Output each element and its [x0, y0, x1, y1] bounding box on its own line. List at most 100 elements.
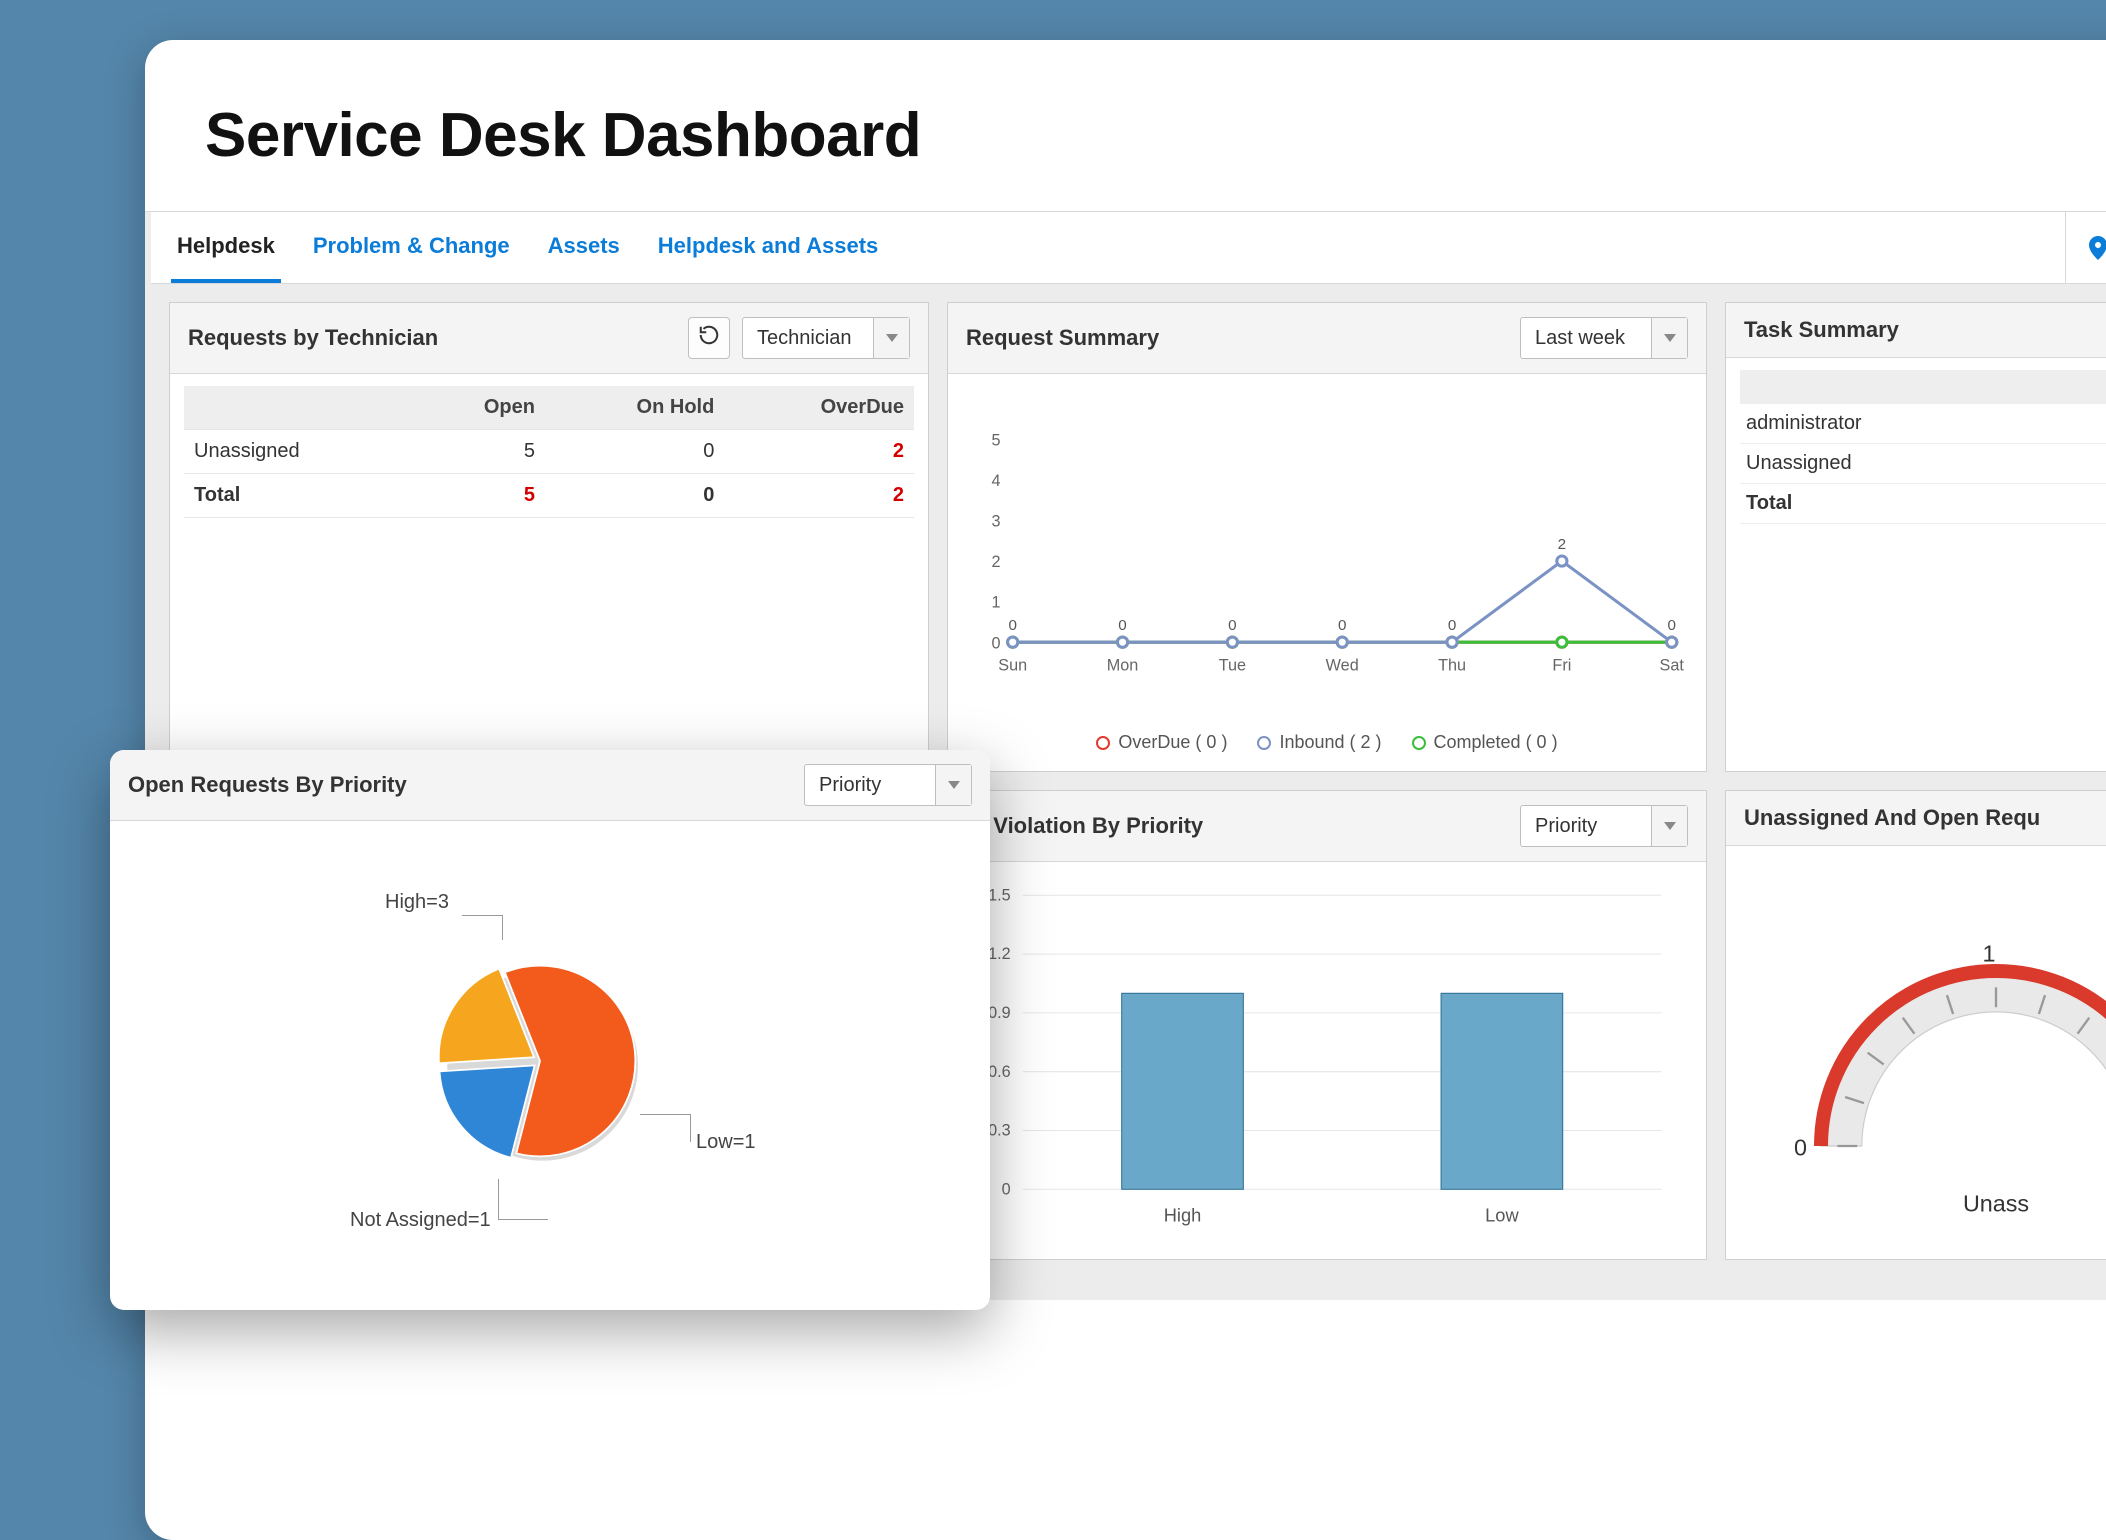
list-item[interactable]: administrator — [1740, 404, 2106, 444]
svg-text:0: 0 — [1002, 1180, 1011, 1198]
pie-chart — [410, 931, 670, 1191]
pin-icon — [2088, 236, 2106, 260]
leader-line — [502, 915, 503, 940]
leader-line — [690, 1114, 691, 1142]
svg-text:0: 0 — [1008, 617, 1016, 634]
select-text: Priority — [1521, 806, 1651, 846]
legend-overdue: OverDue ( 0 ) — [1096, 732, 1227, 753]
table-row[interactable]: Unassigned 5 0 2 — [184, 430, 914, 474]
col-on-hold: On Hold — [545, 386, 724, 430]
svg-text:Unass: Unass — [1963, 1190, 2029, 1216]
svg-text:0.9: 0.9 — [988, 1004, 1011, 1022]
legend: OverDue ( 0 ) Inbound ( 2 ) Completed ( … — [962, 726, 1692, 753]
leader-line — [498, 1219, 548, 1220]
col-open: Open — [414, 386, 544, 430]
technician-filter-select[interactable]: Technician — [742, 317, 910, 359]
nav-right: All Sites S — [2065, 212, 2106, 283]
svg-text:1.5: 1.5 — [988, 886, 1011, 904]
task-header-row — [1740, 370, 2106, 404]
svg-text:4: 4 — [991, 472, 1000, 490]
bar-chart: 00.30.60.91.21.5HighLow — [962, 874, 1692, 1241]
total-open: 5 — [414, 474, 544, 518]
svg-text:2: 2 — [1558, 536, 1566, 553]
row-label: Unassigned — [184, 430, 414, 474]
svg-text:1.2: 1.2 — [988, 945, 1011, 963]
priority-filter-select[interactable]: Priority — [1520, 805, 1688, 847]
widget-title: Requests by Technician — [188, 325, 438, 351]
table-header-row: Open On Hold OverDue — [184, 386, 914, 430]
popout-open-requests-by-priority: Open Requests By Priority Priority High=… — [110, 750, 990, 1310]
sites-selector[interactable]: All Sites — [2065, 212, 2106, 283]
range-select[interactable]: Last week — [1520, 317, 1688, 359]
page-title: Service Desk Dashboard — [145, 40, 2106, 211]
svg-text:0: 0 — [1448, 617, 1456, 634]
diamond-marker-icon — [1257, 736, 1271, 750]
svg-text:0: 0 — [1667, 617, 1675, 634]
select-text: Priority — [805, 765, 935, 805]
leader-line — [640, 1114, 690, 1115]
svg-text:0: 0 — [991, 634, 1000, 652]
svg-text:1: 1 — [1983, 941, 1996, 967]
svg-text:0.6: 0.6 — [988, 1063, 1011, 1081]
svg-text:Thu: Thu — [1438, 657, 1466, 675]
tab-helpdesk-assets[interactable]: Helpdesk and Assets — [652, 212, 885, 283]
svg-text:Sat: Sat — [1660, 657, 1685, 675]
tab-assets[interactable]: Assets — [542, 212, 626, 283]
diamond-marker-icon — [1412, 736, 1426, 750]
total-overdue: 2 — [724, 474, 914, 518]
col-blank — [184, 386, 414, 430]
svg-text:Fri: Fri — [1552, 657, 1571, 675]
select-text: Technician — [743, 318, 873, 358]
priority-filter-select[interactable]: Priority — [804, 764, 972, 806]
legend-completed: Completed ( 0 ) — [1412, 732, 1558, 753]
cell-open: 5 — [414, 430, 544, 474]
svg-text:Mon: Mon — [1107, 657, 1139, 675]
nav-bar: Helpdesk Problem & Change Assets Helpdes… — [151, 212, 2106, 284]
widget-title: Task Summary — [1744, 317, 1899, 343]
list-total: Total — [1740, 484, 2106, 524]
popout-title: Open Requests By Priority — [128, 772, 407, 798]
pie-label-not-assigned: Not Assigned=1 — [350, 1209, 491, 1232]
nav-tabs: Helpdesk Problem & Change Assets Helpdes… — [171, 212, 884, 283]
svg-text:0: 0 — [1118, 617, 1126, 634]
chevron-down-icon — [1651, 806, 1687, 846]
leader-line — [498, 1179, 499, 1219]
chevron-down-icon — [873, 318, 909, 358]
widget-title: .A Violation By Priority — [966, 813, 1203, 839]
svg-text:3: 3 — [991, 513, 1000, 531]
svg-text:2: 2 — [991, 553, 1000, 571]
chevron-down-icon — [1651, 318, 1687, 358]
svg-text:0.3: 0.3 — [988, 1122, 1011, 1140]
refresh-button[interactable] — [688, 317, 730, 359]
select-text: Last week — [1521, 318, 1651, 358]
tab-helpdesk[interactable]: Helpdesk — [171, 212, 281, 283]
table-total-row: Total 5 0 2 — [184, 474, 914, 518]
widget-task-summary: Task Summary administrator Unassigned To… — [1725, 302, 2106, 772]
svg-text:0: 0 — [1228, 617, 1236, 634]
list-item[interactable]: Unassigned — [1740, 444, 2106, 484]
widget-title: Request Summary — [966, 325, 1159, 351]
widget-request-summary: Request Summary Last week 012345SunMonTu… — [947, 302, 1707, 772]
legend-inbound: Inbound ( 2 ) — [1257, 732, 1381, 753]
line-chart: 012345SunMonTueWedThuFriSat0000020 — [962, 386, 1692, 726]
svg-text:0: 0 — [1794, 1134, 1807, 1160]
svg-text:1: 1 — [991, 594, 1000, 612]
svg-text:Tue: Tue — [1219, 657, 1246, 675]
refresh-icon — [698, 324, 720, 352]
svg-text:5: 5 — [991, 431, 1000, 449]
leader-line — [462, 915, 502, 916]
widget-unassigned-open: Unassigned And Open Requ 01Unass — [1725, 790, 2106, 1260]
svg-text:Wed: Wed — [1326, 657, 1359, 675]
cell-on-hold: 0 — [545, 430, 724, 474]
pie-label-low: Low=1 — [696, 1131, 756, 1154]
tab-problem-change[interactable]: Problem & Change — [307, 212, 516, 283]
pie-label-high: High=3 — [385, 891, 449, 914]
diamond-marker-icon — [1096, 736, 1110, 750]
widget-sla-violation: .A Violation By Priority Priority 0 0.3 0.… — [947, 790, 1707, 1260]
svg-text:Sun: Sun — [998, 657, 1027, 675]
chevron-down-icon — [935, 765, 971, 805]
svg-text:High: High — [1164, 1205, 1202, 1226]
cell-overdue: 2 — [724, 430, 914, 474]
svg-text:0: 0 — [1338, 617, 1346, 634]
col-overdue: OverDue — [724, 386, 914, 430]
